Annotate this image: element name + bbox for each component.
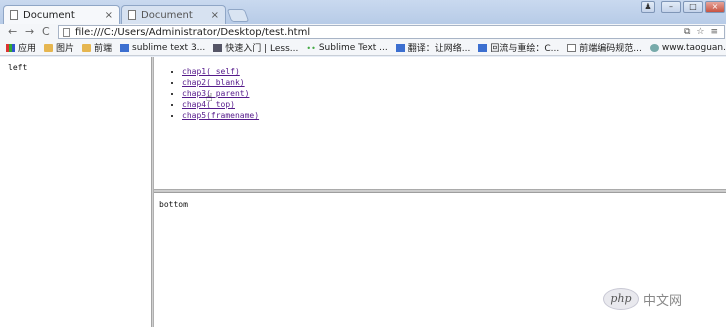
star-icon[interactable]: ☆ — [696, 27, 704, 37]
reload-icon[interactable]: C — [42, 25, 50, 39]
left-frame: left — [0, 57, 151, 327]
maximize-button[interactable]: □ — [683, 1, 703, 13]
top-frame: chap1(_self) chap2(_blank) chap3(_parent… — [154, 57, 726, 189]
bottom-frame-text: bottom — [159, 200, 188, 209]
tab-active[interactable]: Document × — [3, 5, 120, 24]
php-logo: php — [603, 288, 639, 310]
back-arrow-icon[interactable]: ← — [8, 25, 17, 39]
link-chap1[interactable]: chap1(_self) — [182, 67, 240, 76]
minimize-button[interactable]: – — [661, 1, 681, 13]
toolbar: ← → C file:///C:/Users/Administrator/Des… — [0, 24, 726, 40]
dots-icon: •• — [306, 43, 316, 53]
tab-strip: Document × Document × ♟ – □ × — [0, 0, 726, 24]
bookmark-frontend[interactable]: 前端 — [82, 41, 112, 54]
bookmark-sublime-text[interactable]: •• Sublime Text ... — [306, 43, 387, 53]
site-icon — [478, 43, 488, 52]
user-icon[interactable]: ♟ — [641, 1, 655, 13]
list-item: chap4(_top) — [182, 99, 259, 110]
bookmark-taoguan[interactable]: www.taoguan... — [649, 43, 726, 53]
php-cn-watermark: php 中文网 — [603, 284, 721, 314]
doc-icon — [567, 43, 577, 52]
left-frame-text: left — [8, 63, 28, 72]
tab-title: Document — [141, 9, 193, 21]
bookmark-less[interactable]: 快速入门 | Less... — [213, 41, 298, 54]
new-tab-button[interactable] — [226, 9, 250, 22]
site-icon — [395, 43, 405, 52]
globe-icon — [649, 43, 659, 52]
close-icon[interactable]: × — [209, 10, 219, 21]
site-icon — [120, 43, 130, 52]
watermark-text: 中文网 — [643, 293, 683, 309]
bookmark-images[interactable]: 图片 — [44, 41, 74, 54]
bookmark-apps[interactable]: 应用 — [6, 41, 36, 54]
close-icon[interactable]: × — [103, 10, 113, 21]
bookmark-reflow[interactable]: 回流与重绘：C... — [478, 41, 559, 54]
bookmark-sublime-text-3[interactable]: sublime text 3... — [120, 43, 205, 53]
folder-icon — [82, 43, 92, 52]
file-icon — [63, 27, 70, 37]
address-bar[interactable]: file:///C:/Users/Administrator/Desktop/t… — [58, 25, 725, 39]
list-item: chap1(_self) — [182, 66, 259, 77]
folder-icon — [44, 43, 54, 52]
apps-icon — [6, 43, 15, 52]
tab-title: Document — [23, 9, 75, 21]
tab-inactive[interactable]: Document × — [121, 5, 226, 24]
chapter-link-list: chap1(_self) chap2(_blank) chap3(_parent… — [182, 66, 259, 121]
close-window-button[interactable]: × — [705, 1, 725, 13]
forward-arrow-icon[interactable]: → — [25, 25, 34, 39]
mail-icon — [213, 43, 223, 52]
link-chap3[interactable]: chap3(_parent) — [182, 89, 249, 98]
bookmark-translate[interactable]: 翻译：让网络... — [395, 41, 470, 54]
bookmark-coding-standards[interactable]: 前端编码规范... — [567, 41, 642, 54]
hand-cursor-icon: ☝ — [206, 91, 213, 104]
page-icon — [128, 10, 136, 20]
translate-icon[interactable]: ⧉ — [684, 27, 690, 37]
link-chap2[interactable]: chap2(_blank) — [182, 78, 245, 87]
list-item: chap2(_blank) — [182, 77, 259, 88]
bookmarks-bar: 应用 图片 前端 sublime text 3... 快速入门 | Less..… — [0, 40, 726, 56]
list-item: chap3(_parent) — [182, 88, 259, 99]
menu-icon[interactable]: ≡ — [710, 27, 718, 37]
page-icon — [10, 10, 18, 20]
list-item: chap5(framename) — [182, 110, 259, 121]
url-text[interactable]: file:///C:/Users/Administrator/Desktop/t… — [75, 27, 310, 38]
link-chap5[interactable]: chap5(framename) — [182, 111, 259, 120]
